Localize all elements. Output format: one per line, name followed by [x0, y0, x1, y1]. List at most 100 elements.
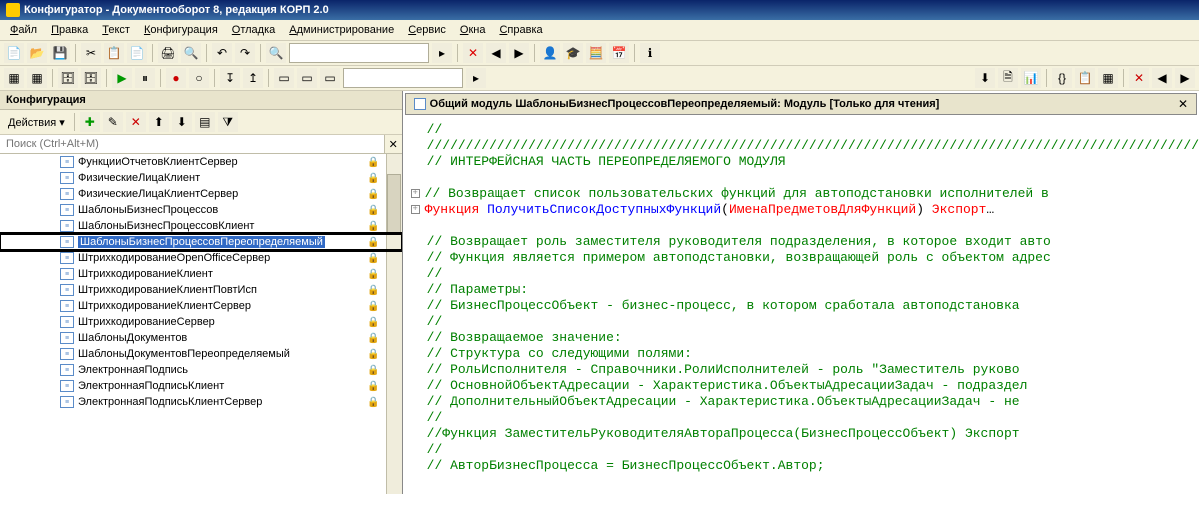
- tb2-stop-icon[interactable]: ✕: [1129, 68, 1149, 88]
- code-line[interactable]: [407, 169, 1199, 185]
- code-line[interactable]: // Функция является примером автоподстан…: [407, 249, 1199, 265]
- tree-item[interactable]: ≡ШтрихкодированиеOpenOfficeСервер🔒: [0, 250, 402, 266]
- tb2-r2-icon[interactable]: 🗎: [998, 68, 1018, 88]
- menu-item[interactable]: Окна: [454, 22, 492, 38]
- config-search-input[interactable]: [0, 135, 384, 153]
- tree-item[interactable]: ≡ШаблоныДокументов🔒: [0, 330, 402, 346]
- tree-item[interactable]: ≡ШтрихкодированиеКлиентПовтИсп🔒: [0, 282, 402, 298]
- tb2-r4-icon[interactable]: {}: [1052, 68, 1072, 88]
- code-line[interactable]: // Структура со следующими полями:: [407, 345, 1199, 361]
- tb2-r8-icon[interactable]: ▶: [1175, 68, 1195, 88]
- editor-tab-close-icon[interactable]: ✕: [1178, 97, 1188, 111]
- redo-icon[interactable]: ↷: [235, 43, 255, 63]
- tree-item[interactable]: ≡ФизическиеЛицаКлиент🔒: [0, 170, 402, 186]
- code-line[interactable]: //: [407, 441, 1199, 457]
- db2-icon[interactable]: 🗄: [81, 68, 101, 88]
- bp-icon[interactable]: ●: [166, 68, 186, 88]
- search-icon[interactable]: 🔍: [266, 43, 286, 63]
- code-editor[interactable]: ////////////////////////////////////////…: [403, 117, 1199, 494]
- step2-icon[interactable]: ↥: [243, 68, 263, 88]
- menu-item[interactable]: Правка: [45, 22, 94, 38]
- tree-item[interactable]: ≡ЭлектроннаяПодпись🔒: [0, 362, 402, 378]
- menu-item[interactable]: Отладка: [226, 22, 282, 38]
- code-line[interactable]: //: [407, 409, 1199, 425]
- code-line[interactable]: // Возвращаемое значение:: [407, 329, 1199, 345]
- tree-item[interactable]: ≡ШаблоныБизнесПроцессов🔒: [0, 202, 402, 218]
- code-line[interactable]: +// Возвращает список пользовательских ф…: [407, 185, 1199, 201]
- nav-fwd-icon[interactable]: ▶: [509, 43, 529, 63]
- tb2-r3-icon[interactable]: 📊: [1021, 68, 1041, 88]
- menu-bar[interactable]: ФайлПравкаТекстКонфигурацияОтладкаАдмини…: [0, 20, 1199, 41]
- config-tree[interactable]: ≡ФункцииОтчетовКлиентСервер🔒≡ФизическиеЛ…: [0, 154, 402, 494]
- print-icon[interactable]: 🖨: [158, 43, 178, 63]
- tree-item[interactable]: ≡ШтрихкодированиеКлиентСервер🔒: [0, 298, 402, 314]
- code-line[interactable]: [407, 217, 1199, 233]
- code-line[interactable]: //: [407, 121, 1199, 137]
- debug-user-icon[interactable]: 👤: [540, 43, 560, 63]
- paste-icon[interactable]: 📄: [127, 43, 147, 63]
- fold-icon[interactable]: +: [411, 189, 420, 198]
- menu-item[interactable]: Справка: [493, 22, 548, 38]
- tb2-r6-icon[interactable]: ▦: [1098, 68, 1118, 88]
- nav-back-icon[interactable]: ◀: [486, 43, 506, 63]
- code-line[interactable]: //: [407, 313, 1199, 329]
- run-icon[interactable]: ▶: [112, 68, 132, 88]
- save-icon[interactable]: 💾: [50, 43, 70, 63]
- debug-grad-icon[interactable]: 🎓: [563, 43, 583, 63]
- cfg-edit-icon[interactable]: ✎: [103, 112, 123, 132]
- tree-item[interactable]: ≡ШаблоныБизнесПроцессовПереопределяемый🔒: [0, 234, 402, 250]
- step-icon[interactable]: ↧: [220, 68, 240, 88]
- debug-cal-icon[interactable]: 📅: [609, 43, 629, 63]
- tb2-combo[interactable]: [343, 68, 463, 88]
- tree-item[interactable]: ≡ФизическиеЛицаКлиентСервер🔒: [0, 186, 402, 202]
- cfg-up-icon[interactable]: ⬆: [149, 112, 169, 132]
- config-search-clear-icon[interactable]: ✕: [384, 135, 402, 153]
- tree-item[interactable]: ≡ШтрихкодированиеСервер🔒: [0, 314, 402, 330]
- tb2-r5-icon[interactable]: 📋: [1075, 68, 1095, 88]
- help-icon[interactable]: ℹ: [640, 43, 660, 63]
- tb2-go-icon[interactable]: ▸: [466, 68, 486, 88]
- code-line[interactable]: // ОсновнойОбъектАдресации - Характерист…: [407, 377, 1199, 393]
- code-line[interactable]: // Возвращает роль заместителя руководит…: [407, 233, 1199, 249]
- code-line[interactable]: // ИНТЕРФЕЙСНАЯ ЧАСТЬ ПЕРЕОПРЕДЕЛЯЕМОГО …: [407, 153, 1199, 169]
- cfg-sort-icon[interactable]: ▤: [195, 112, 215, 132]
- menu-item[interactable]: Сервис: [402, 22, 452, 38]
- preview-icon[interactable]: 🔍: [181, 43, 201, 63]
- db-icon[interactable]: 🗄: [58, 68, 78, 88]
- menu-item[interactable]: Текст: [96, 22, 136, 38]
- wnd2-icon[interactable]: ▭: [297, 68, 317, 88]
- wnd-icon[interactable]: ▭: [274, 68, 294, 88]
- cfg-add-icon[interactable]: ✚: [80, 112, 100, 132]
- code-line[interactable]: // РольИсполнителя - Справочники.РолиИсп…: [407, 361, 1199, 377]
- menu-item[interactable]: Конфигурация: [138, 22, 224, 38]
- cfg-down-icon[interactable]: ⬇: [172, 112, 192, 132]
- tb2-b-icon[interactable]: ▦: [27, 68, 47, 88]
- code-line[interactable]: // Параметры:: [407, 281, 1199, 297]
- undo-icon[interactable]: ↶: [212, 43, 232, 63]
- tree-item[interactable]: ≡ШтрихкодированиеКлиент🔒: [0, 266, 402, 282]
- code-line[interactable]: // БизнесПроцессОбъект - бизнес-процесс,…: [407, 297, 1199, 313]
- close-xy-icon[interactable]: ✕: [463, 43, 483, 63]
- actions-menu[interactable]: Действия ▾: [4, 114, 69, 131]
- new-icon[interactable]: 📄: [4, 43, 24, 63]
- search-next-icon[interactable]: ▸: [432, 43, 452, 63]
- cfg-filter-icon[interactable]: ⧩: [218, 112, 238, 132]
- code-line[interactable]: // АвторБизнесПроцесса = БизнесПроцессОб…: [407, 457, 1199, 473]
- copy-icon[interactable]: 📋: [104, 43, 124, 63]
- tb2-r7-icon[interactable]: ◀: [1152, 68, 1172, 88]
- tree-item[interactable]: ≡ШаблоныДокументовПереопределяемый🔒: [0, 346, 402, 362]
- code-line[interactable]: ////////////////////////////////////////…: [407, 137, 1199, 153]
- menu-item[interactable]: Файл: [4, 22, 43, 38]
- code-line[interactable]: //: [407, 265, 1199, 281]
- search-combo[interactable]: [289, 43, 429, 63]
- cfg-del-icon[interactable]: ✕: [126, 112, 146, 132]
- bp2-icon[interactable]: ○: [189, 68, 209, 88]
- code-line[interactable]: // ДополнительныйОбъектАдресации - Харак…: [407, 393, 1199, 409]
- debug-calc-icon[interactable]: 🧮: [586, 43, 606, 63]
- tb2-a-icon[interactable]: ▦: [4, 68, 24, 88]
- cut-icon[interactable]: ✂: [81, 43, 101, 63]
- code-line[interactable]: +Функция ПолучитьСписокДоступныхФункций(…: [407, 201, 1199, 217]
- code-line[interactable]: //Функция ЗаместительРуководителяАвтораП…: [407, 425, 1199, 441]
- tree-item[interactable]: ≡ЭлектроннаяПодписьКлиентСервер🔒: [0, 394, 402, 410]
- tree-item[interactable]: ≡ФункцииОтчетовКлиентСервер🔒: [0, 154, 402, 170]
